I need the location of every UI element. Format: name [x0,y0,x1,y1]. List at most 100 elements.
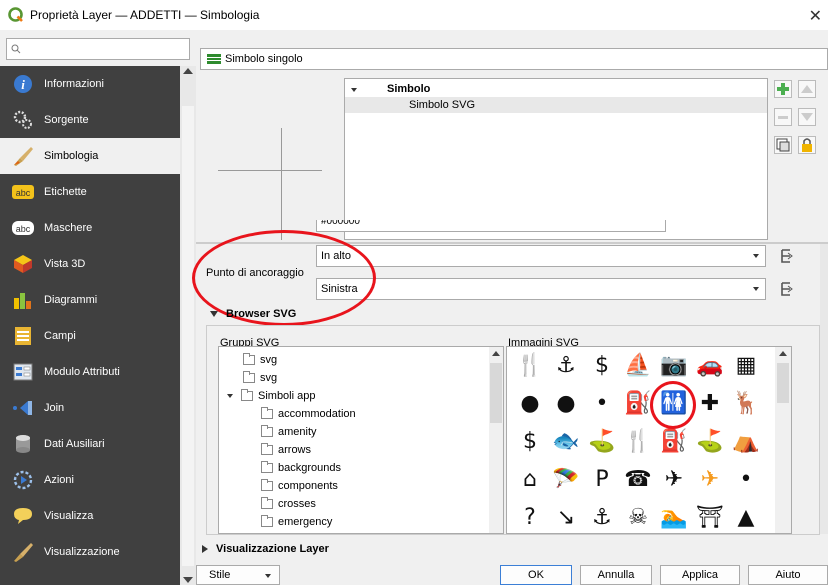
svg-image-cell[interactable]: ⚓ [587,503,617,533]
svg-browser-header[interactable]: Browser SVG [210,308,296,320]
panel-scrollbar[interactable] [820,244,828,534]
svg-image-cell[interactable]: 🍴 [623,427,653,457]
svg-images-grid[interactable]: 🍴 ⚓ $ ⛵ 📷 🚗 ▦ ● ● • ⛽ 🚻 ✚ 🦌 $ 🐟 ⛳ 🍴 ⛽ ⛳ ⛺ ⌂ 🪂 P ☎ ✈ ✈ •? ↘ ⚓ ☠ 🏊 ⛩ ▲ [506,346,792,534]
svg-image-cell[interactable]: 🐟 [551,427,581,457]
svg-groups-tree[interactable]: svg svg Simboli app accommodation amenit… [218,346,504,534]
remove-layer-button[interactable] [774,108,792,126]
svg-image-cell[interactable]: ⌂ [515,465,545,495]
add-layer-button[interactable] [774,80,792,98]
svg-image-cell[interactable]: ✈ [659,465,689,495]
sidebar-item-maschere[interactable]: abc Maschere [0,210,180,246]
scroll-up-icon[interactable] [183,68,193,74]
sidebar-item-visualizza[interactable]: Visualizza [0,498,180,534]
close-icon[interactable]: ✕ [809,6,822,26]
help-button[interactable]: Aiuto [748,565,828,585]
tree-item-amenity[interactable]: amenity [261,423,317,441]
svg-image-cell[interactable]: ⛩ [695,503,725,533]
scroll-up-icon[interactable] [779,351,787,356]
symbol-layer-tree[interactable]: Simbolo Simbolo SVG [344,78,768,240]
svg-image-cell[interactable]: ● [515,389,545,419]
svg-image-cell[interactable]: ⚓ [551,351,581,381]
tree-row-svg-symbol[interactable]: Simbolo SVG [345,97,767,113]
images-scrollbar[interactable] [775,347,791,533]
scroll-thumb[interactable] [777,363,789,403]
svg-image-cell[interactable]: 🪂 [551,465,581,495]
data-defined-override-icon[interactable] [778,281,794,297]
expand-arrow-icon[interactable] [202,545,208,553]
scroll-thumb[interactable] [182,106,194,566]
tree-item-svg-2[interactable]: svg [243,369,277,387]
svg-image-cell[interactable]: 🦌 [731,389,761,419]
sidebar-item-campi[interactable]: Campi [0,318,180,354]
tree-item-arrows[interactable]: arrows [261,441,311,459]
style-dropdown-button[interactable]: Stile [196,565,280,585]
duplicate-layer-button[interactable] [774,136,792,154]
svg-image-cell[interactable]: $ [587,351,617,381]
anchor-vertical-select[interactable]: In alto [316,245,766,267]
svg-image-cell[interactable]: 📷 [659,351,689,381]
tree-item-backgrounds[interactable]: backgrounds [261,459,341,477]
move-down-button[interactable] [798,108,816,126]
color-field-partial[interactable]: #000000 [316,220,666,232]
layer-rendering-section[interactable]: Visualizzazione Layer [202,543,329,555]
ok-button[interactable]: OK [500,565,572,585]
scroll-down-icon[interactable] [183,577,193,583]
sidebar-item-visualizzazione[interactable]: Visualizzazione [0,534,180,570]
svg-image-cell[interactable]: ? [515,503,545,533]
svg-image-cell[interactable]: ▦ [731,351,761,381]
scroll-up-icon[interactable] [492,351,500,356]
scroll-thumb[interactable] [490,363,502,423]
lock-layer-button[interactable] [798,136,816,154]
svg-image-cell[interactable]: ✈ [695,465,725,495]
svg-image-cell[interactable]: ⛺ [731,427,761,457]
sidebar-item-etichette[interactable]: abc Etichette [0,174,180,210]
svg-image-cell[interactable]: ▲ [731,503,761,533]
sidebar-item-diagrammi[interactable]: Diagrammi [0,282,180,318]
svg-image-cell[interactable]: ↘ [551,503,581,533]
svg-image-cell[interactable]: ● [551,389,581,419]
svg-image-cell[interactable]: ⛽ [623,389,653,419]
apply-button[interactable]: Applica [660,565,740,585]
tree-item-components[interactable]: components [261,477,338,495]
sidebar-item-join[interactable]: Join [0,390,180,426]
sidebar-item-simbologia[interactable]: Simbologia [0,138,180,174]
svg-image-cell[interactable]: P [587,465,617,495]
folder-icon [261,515,273,527]
anchor-horizontal-select[interactable]: Sinistra [316,278,766,300]
groups-scrollbar[interactable] [489,347,503,533]
svg-image-cell[interactable]: ⛳ [695,427,725,457]
svg-image-cell[interactable]: ☎ [623,465,653,495]
svg-image-cell[interactable]: 🏊 [659,503,689,533]
expand-arrow-icon[interactable] [351,88,357,92]
svg-image-cell[interactable]: ✚ [695,389,725,419]
sidebar-item-informazioni[interactable]: i Informazioni [0,66,180,102]
svg-image-cell[interactable]: ⛽ [659,427,689,457]
sidebar-item-azioni[interactable]: Azioni [0,462,180,498]
svg-image-cell[interactable]: ☠ [623,503,653,533]
sidebar-item-dati-ausiliari[interactable]: Dati Ausiliari [0,426,180,462]
svg-image-cell[interactable]: • [587,389,617,419]
sidebar-item-modulo-attributi[interactable]: Modulo Attributi [0,354,180,390]
svg-image-cell[interactable]: ⛵ [623,351,653,381]
tree-item-accommodation[interactable]: accommodation [261,405,356,423]
svg-image-cell[interactable]: ⛳ [587,427,617,457]
tree-item-simboli-app[interactable]: Simboli app [227,387,315,405]
sidebar-scrollbar[interactable] [180,66,196,585]
search-input[interactable] [6,38,190,60]
sidebar-item-sorgente[interactable]: Sorgente [0,102,180,138]
sidebar-item-vista-3d[interactable]: Vista 3D [0,246,180,282]
svg-image-cell[interactable]: $ [515,427,545,457]
svg-image-cell[interactable]: • [731,465,761,495]
expand-arrow-icon[interactable] [227,394,233,398]
tree-item-svg-1[interactable]: svg [243,351,277,369]
data-defined-override-icon[interactable] [778,248,794,264]
svg-image-cell[interactable]: 🚗 [695,351,725,381]
svg-browser-title: Browser SVG [226,308,297,320]
svg-image-cell[interactable]: 🍴 [515,351,545,381]
cancel-button[interactable]: Annulla [580,565,652,585]
tree-item-emergency[interactable]: emergency [261,513,332,531]
renderer-select[interactable]: Simbolo singolo [200,48,828,70]
tree-item-crosses[interactable]: crosses [261,495,316,513]
expand-arrow-icon[interactable] [210,311,218,317]
move-up-button[interactable] [798,80,816,98]
